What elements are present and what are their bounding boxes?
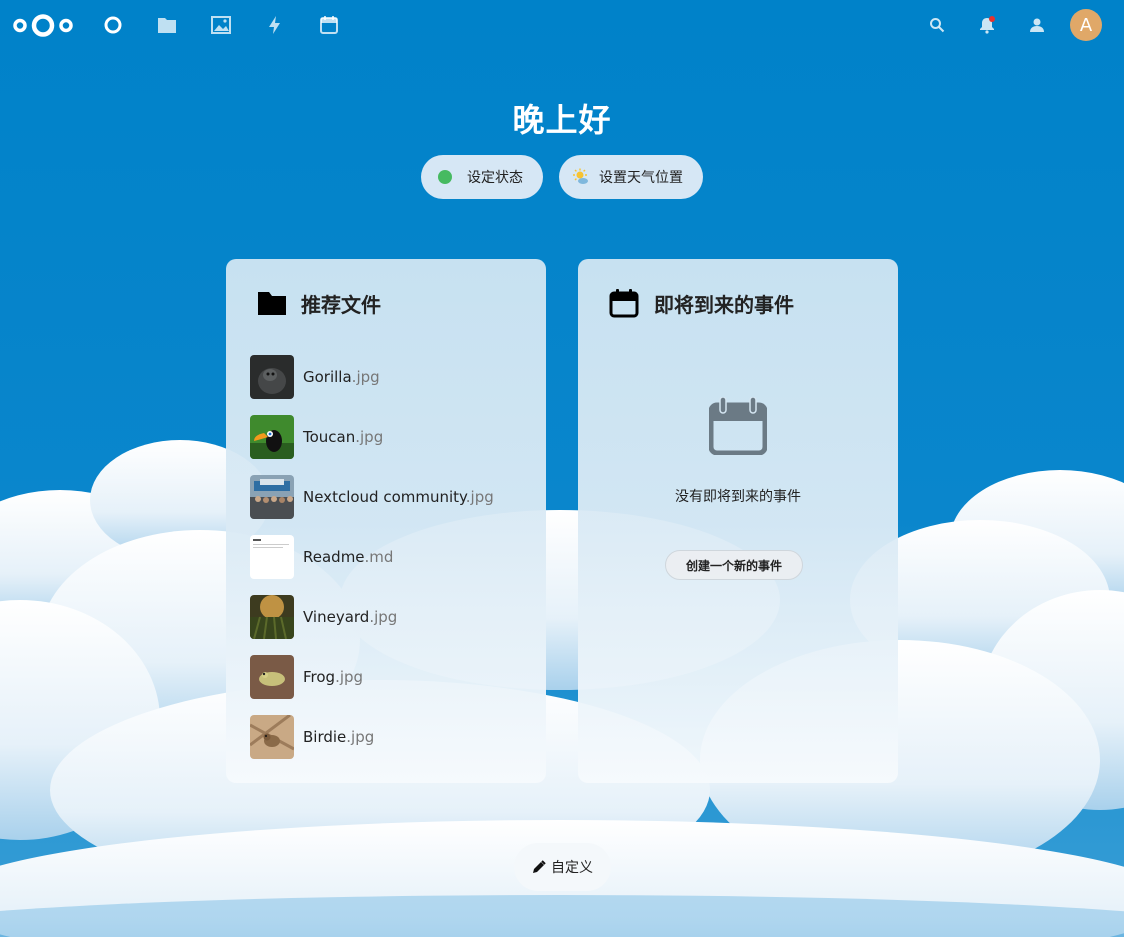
empty-calendar-icon xyxy=(709,397,767,455)
file-name: Toucan.jpg xyxy=(303,428,384,446)
upcoming-events-panel: 即将到来的事件 没有即将到来的事件 创建一个新的事件 xyxy=(578,259,898,783)
photos-icon[interactable] xyxy=(209,13,233,37)
file-thumbnail xyxy=(250,355,294,399)
pencil-icon xyxy=(533,860,546,873)
list-item[interactable]: Toucan.jpg xyxy=(250,415,530,459)
contacts-icon[interactable] xyxy=(1025,13,1049,37)
calendar-icon[interactable] xyxy=(317,13,341,37)
file-name: Frog.jpg xyxy=(303,668,364,686)
file-thumbnail xyxy=(250,475,294,519)
set-status-button[interactable]: 设定状态 xyxy=(421,155,543,199)
top-bar: A xyxy=(0,0,1124,50)
set-status-label: 设定状态 xyxy=(467,170,523,186)
calendar-icon xyxy=(609,289,639,318)
file-name: Readme.md xyxy=(303,548,394,566)
upcoming-events-header: 即将到来的事件 xyxy=(578,287,898,319)
folder-icon xyxy=(258,292,286,315)
online-status-icon xyxy=(438,170,452,184)
file-name: Gorilla.jpg xyxy=(303,368,380,386)
set-weather-label: 设置天气位置 xyxy=(599,170,683,186)
panel-title: 推荐文件 xyxy=(301,292,381,317)
list-item[interactable]: Nextcloud community.jpg xyxy=(250,475,530,519)
file-thumbnail xyxy=(250,655,294,699)
file-name: Vineyard.jpg xyxy=(303,608,398,626)
greeting-title: 晚上好 xyxy=(512,101,612,139)
files-icon[interactable] xyxy=(155,13,179,37)
weather-sun-icon xyxy=(573,168,588,184)
set-weather-location-button[interactable]: 设置天气位置 xyxy=(559,155,703,199)
empty-events-text: 没有即将到来的事件 xyxy=(675,489,801,505)
list-item[interactable]: Vineyard.jpg xyxy=(250,595,530,639)
notifications-icon[interactable] xyxy=(975,13,999,37)
customize-label: 自定义 xyxy=(551,860,593,876)
file-thumbnail xyxy=(250,715,294,759)
activity-icon[interactable] xyxy=(263,13,287,37)
dashboard-icon[interactable] xyxy=(101,13,125,37)
customize-button[interactable]: 自定义 xyxy=(514,843,611,891)
avatar[interactable]: A xyxy=(1070,9,1102,41)
file-thumbnail xyxy=(250,415,294,459)
search-icon[interactable] xyxy=(925,13,949,37)
file-thumbnail xyxy=(250,535,294,579)
file-name: Birdie.jpg xyxy=(303,728,375,746)
file-thumbnail xyxy=(250,595,294,639)
list-item[interactable]: Birdie.jpg xyxy=(250,715,530,759)
panel-title: 即将到来的事件 xyxy=(654,292,794,317)
recommended-files-header: 推荐文件 xyxy=(226,287,546,319)
list-item[interactable]: Gorilla.jpg xyxy=(250,355,530,399)
recommended-files-panel: 推荐文件 Gorilla.jpg Toucan.jpg Nextcloud co… xyxy=(226,259,546,783)
nextcloud-logo-icon[interactable] xyxy=(12,11,74,40)
list-item[interactable]: Readme.md xyxy=(250,535,530,579)
list-item[interactable]: Frog.jpg xyxy=(250,655,530,699)
create-event-button[interactable]: 创建一个新的事件 xyxy=(665,550,803,580)
file-name: Nextcloud community.jpg xyxy=(303,488,494,506)
file-list: Gorilla.jpg Toucan.jpg Nextcloud communi… xyxy=(250,355,530,775)
